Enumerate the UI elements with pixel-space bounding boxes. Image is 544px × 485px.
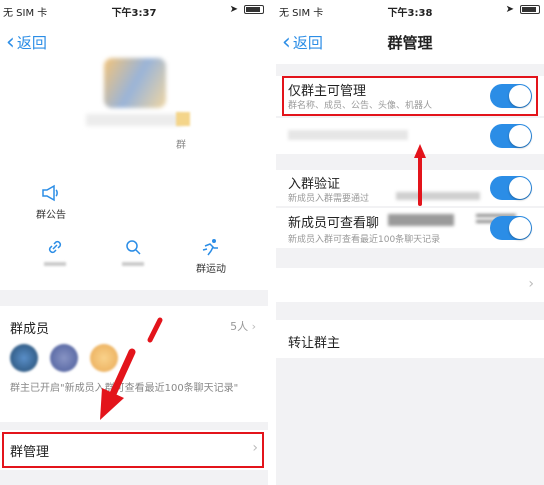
right-screen: 无 SIM 卡 下午3:38 ➤ ‹ 返回 群管理 仅群主可管理 群名称、成员、… [276,0,544,485]
arrow-stroke [108,348,136,400]
left-screen: 无 SIM 卡 下午3:37 ➤ ‹ 返回 群 群公告 群运动 群成员 5人 ›… [0,0,268,485]
annotation-arrows [100,317,163,420]
arrow-head [414,144,426,158]
annotation-arrows [414,144,426,206]
arrow-stroke [147,317,163,343]
arrow-head [100,388,124,420]
